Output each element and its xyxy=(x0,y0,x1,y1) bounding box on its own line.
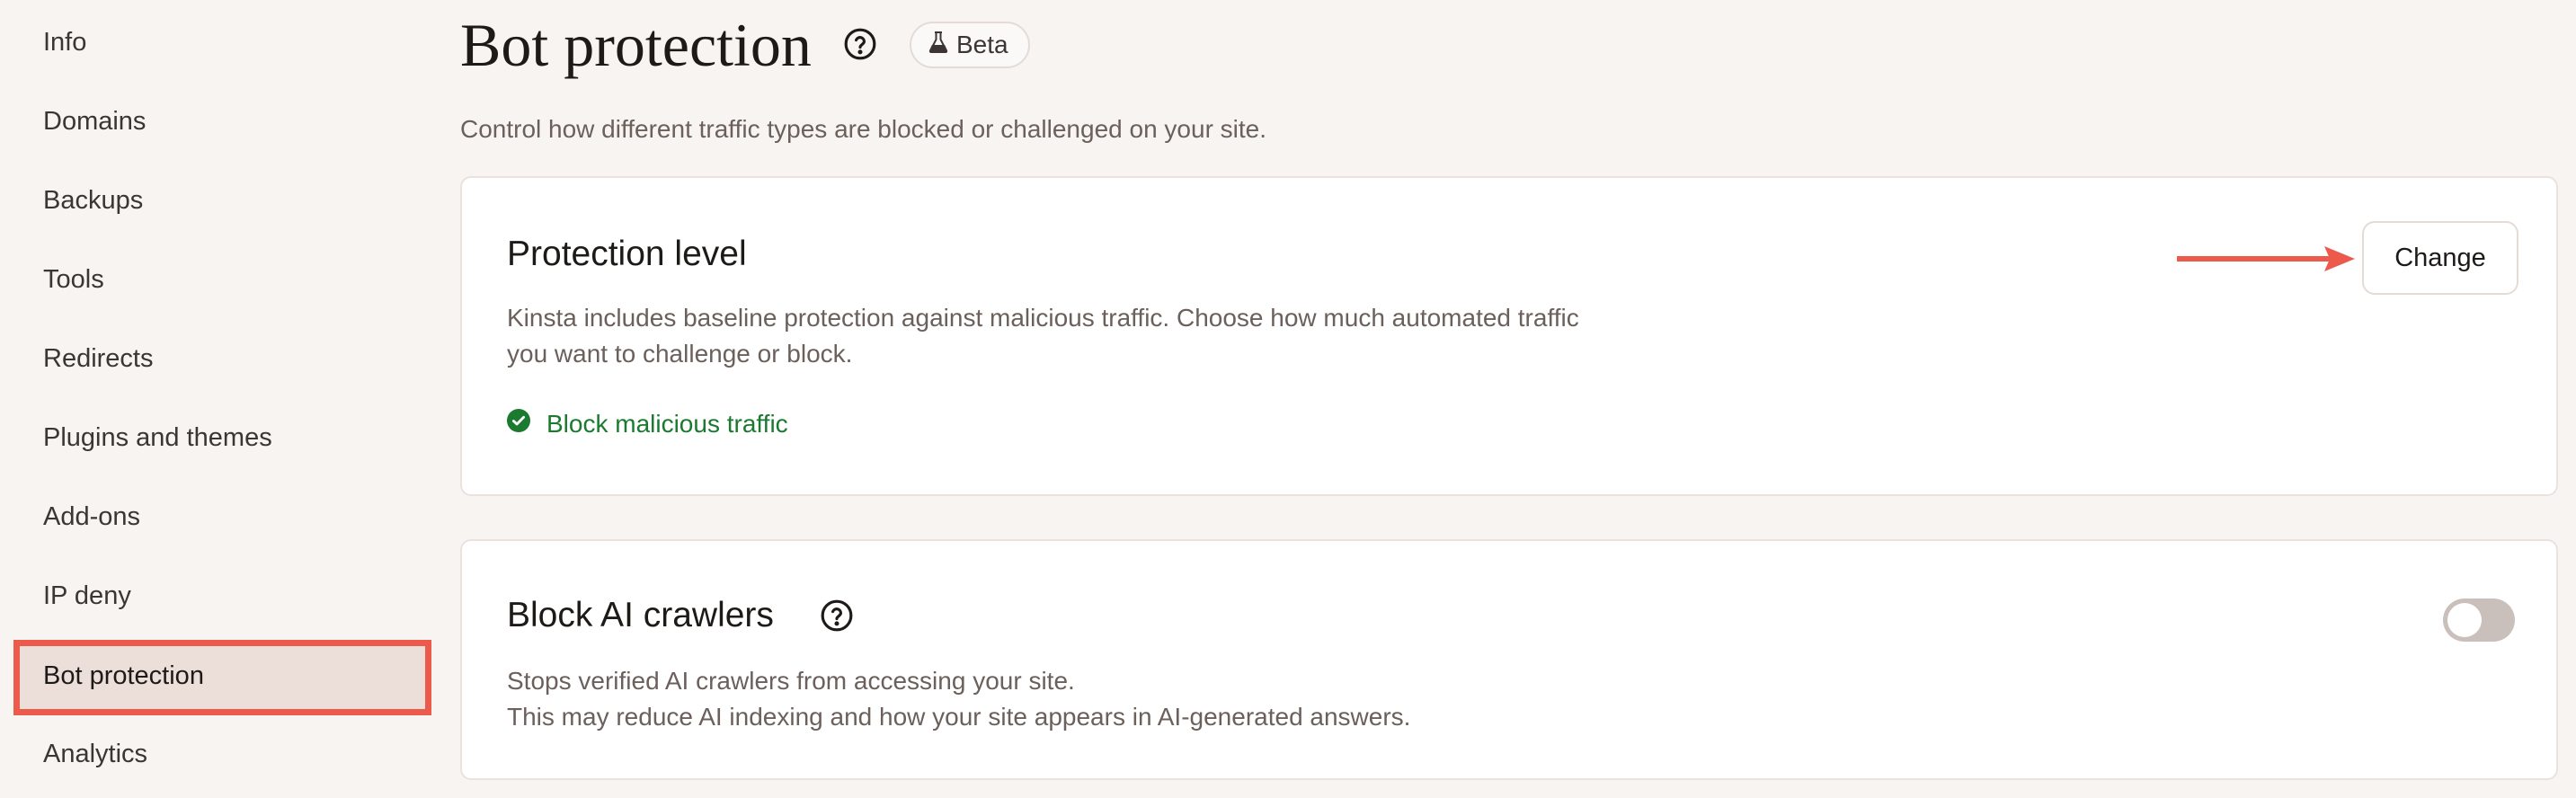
question-circle-icon[interactable] xyxy=(843,27,877,61)
flask-icon xyxy=(928,31,949,60)
sidebar-item-analytics[interactable]: Analytics xyxy=(43,736,147,772)
page-title: Bot protection xyxy=(460,11,812,79)
ai-crawlers-title: Block AI crawlers xyxy=(507,596,774,634)
sidebar-item-backups[interactable]: Backups xyxy=(43,182,143,218)
sidebar: Info Domains Backups Tools Redirects Plu… xyxy=(0,0,431,798)
check-circle-icon xyxy=(507,406,530,442)
sidebar-item-tools[interactable]: Tools xyxy=(43,262,104,297)
change-button[interactable]: Change xyxy=(2362,221,2518,295)
page: Info Domains Backups Tools Redirects Plu… xyxy=(0,0,2576,798)
sidebar-item-info[interactable]: Info xyxy=(43,24,86,60)
arrow-icon xyxy=(2177,246,2355,271)
status-label: Block malicious traffic xyxy=(546,410,788,438)
protection-level-title: Protection level xyxy=(507,235,747,273)
ai-crawlers-description-line2: This may reduce AI indexing and how your… xyxy=(507,703,1411,731)
sidebar-item-add-ons[interactable]: Add-ons xyxy=(43,499,140,535)
block-ai-crawlers-toggle[interactable] xyxy=(2443,598,2515,642)
page-subtitle: Control how different traffic types are … xyxy=(460,115,1267,143)
ai-crawlers-card: Block AI crawlers Stops verified AI craw… xyxy=(460,539,2558,780)
sidebar-item-plugins-and-themes[interactable]: Plugins and themes xyxy=(43,420,272,456)
ai-crawlers-description-line1: Stops verified AI crawlers from accessin… xyxy=(507,667,1075,695)
protection-status: Block malicious traffic xyxy=(507,406,788,442)
protection-level-card: Protection level Kinsta includes baselin… xyxy=(460,176,2558,496)
sidebar-item-domains[interactable]: Domains xyxy=(43,103,146,139)
sidebar-item-ip-deny[interactable]: IP deny xyxy=(43,578,131,614)
badge-label: Beta xyxy=(956,31,1008,58)
beta-badge: Beta xyxy=(910,22,1030,68)
protection-level-description: Kinsta includes baseline protection agai… xyxy=(507,304,1579,368)
sidebar-item-redirects[interactable]: Redirects xyxy=(43,341,154,377)
toggle-knob xyxy=(2447,603,2482,637)
question-circle-icon[interactable] xyxy=(820,598,854,633)
sidebar-item-label: Bot protection xyxy=(43,661,204,690)
